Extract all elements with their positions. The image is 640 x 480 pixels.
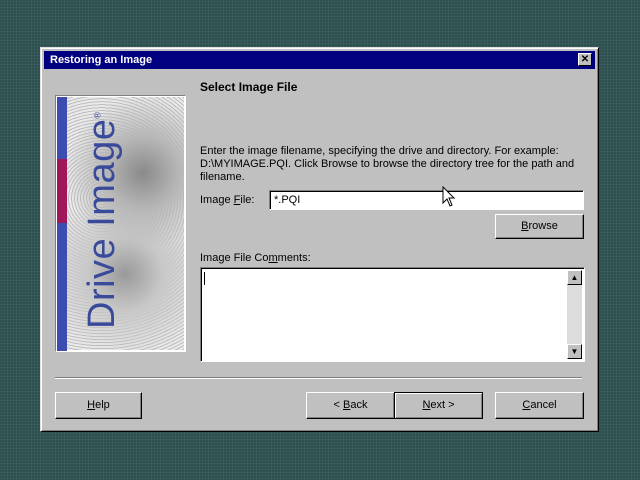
logo-stripe-blue <box>57 97 67 159</box>
back-button[interactable]: < Back <box>306 392 395 419</box>
logo-brand-text: Drive Image® <box>81 111 123 329</box>
next-button-label: Next > <box>422 399 455 411</box>
comments-scrollbar[interactable]: ▲ ▼ <box>567 270 582 359</box>
close-icon: ✕ <box>580 54 590 65</box>
close-button[interactable]: ✕ <box>578 53 592 66</box>
help-button[interactable]: Help <box>55 392 142 419</box>
text-caret <box>204 272 205 285</box>
separator-line <box>55 377 582 379</box>
drive-image-logo: Drive Image® <box>55 95 186 352</box>
image-file-input[interactable]: *.PQI <box>269 190 584 210</box>
logo-stripe-magenta <box>57 159 67 223</box>
arrow-down-icon: ▼ <box>570 347 579 356</box>
instructions-text: Enter the image filename, specifying the… <box>200 145 575 183</box>
comments-textarea[interactable]: ▲ ▼ <box>200 267 585 362</box>
scroll-up-button[interactable]: ▲ <box>567 270 582 285</box>
cancel-button[interactable]: Cancel <box>495 392 584 419</box>
help-button-label: Help <box>87 399 110 411</box>
window-title: Restoring an Image <box>50 54 153 66</box>
image-file-label: Image File: <box>200 194 255 206</box>
title-bar[interactable]: Restoring an Image ✕ <box>44 51 595 69</box>
arrow-up-icon: ▲ <box>570 273 579 282</box>
browse-button[interactable]: Browse <box>495 214 584 239</box>
restore-image-dialog: Restoring an Image ✕ Drive Image® Select… <box>40 47 599 432</box>
cancel-button-label: Cancel <box>522 399 557 411</box>
logo-stripe-blue-lower <box>57 223 67 351</box>
mouse-pointer-icon <box>442 186 456 207</box>
next-button[interactable]: Next > <box>394 392 483 419</box>
image-file-value: *.PQI <box>274 194 301 206</box>
browse-button-label: Browse <box>521 220 558 232</box>
scroll-down-button[interactable]: ▼ <box>567 344 582 359</box>
page-heading: Select Image File <box>200 80 298 94</box>
comments-label: Image File Comments: <box>200 252 311 264</box>
back-button-label: < Back <box>333 399 368 411</box>
